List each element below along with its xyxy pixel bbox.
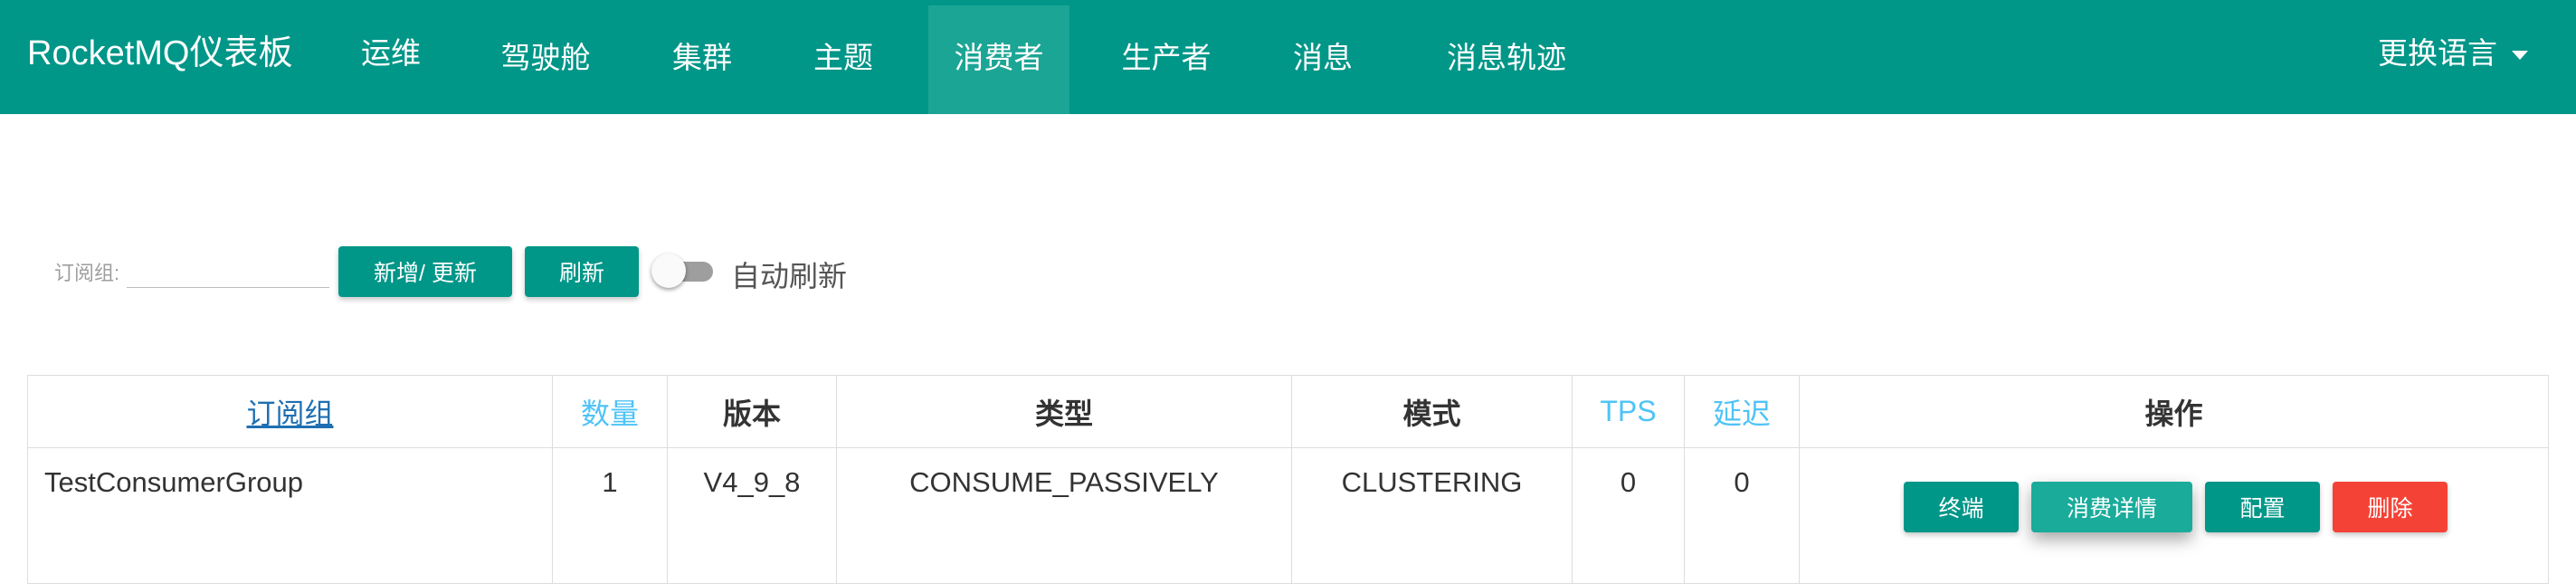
nav-item-ops[interactable]: 运维 (347, 0, 434, 107)
client-button[interactable]: 终端 (1904, 482, 2019, 532)
consume-detail-button[interactable]: 消费详情 (2031, 482, 2192, 532)
header-subscription-group[interactable]: 订阅组 (27, 375, 553, 448)
header-mode: 模式 (1291, 375, 1573, 448)
refresh-button[interactable]: 刷新 (525, 246, 639, 297)
auto-refresh-toggle[interactable] (651, 254, 713, 288)
brand-title[interactable]: RocketMQ仪表板 (27, 0, 292, 107)
toggle-knob (651, 254, 686, 288)
language-dropdown[interactable]: 更换语言 (2378, 0, 2528, 107)
nav-item-producer[interactable]: 生产者 (1109, 5, 1223, 114)
add-update-button[interactable]: 新增/ 更新 (338, 246, 512, 297)
cell-version: V4_9_8 (667, 447, 837, 584)
cell-count: 1 (552, 447, 668, 584)
header-version: 版本 (667, 375, 837, 448)
cell-tps: 0 (1572, 447, 1685, 584)
nav-item-consumer[interactable]: 消费者 (928, 5, 1069, 114)
nav-item-dashboard[interactable]: 驾驶舱 (489, 5, 603, 114)
delete-button[interactable]: 删除 (2333, 482, 2448, 532)
cell-group: TestConsumerGroup (27, 447, 553, 584)
consumer-table: 订阅组 数量 版本 类型 模式 TPS 延迟 操作 TestConsumerGr… (27, 375, 2549, 584)
top-navbar: RocketMQ仪表板 运维 驾驶舱 集群 主题 消费者 生产者 消息 消息轨迹… (0, 0, 2576, 114)
language-dropdown-label: 更换语言 (2378, 36, 2497, 70)
operations-group: 终端 消费详情 配置 删除 (1800, 448, 2548, 583)
cell-delay: 0 (1684, 447, 1800, 584)
header-type: 类型 (836, 375, 1292, 448)
config-button[interactable]: 配置 (2205, 482, 2320, 532)
header-operations: 操作 (1799, 375, 2549, 448)
nav-item-topic[interactable]: 主题 (800, 5, 887, 114)
cell-type: CONSUME_PASSIVELY (836, 447, 1292, 584)
nav-item-cluster[interactable]: 集群 (659, 5, 746, 114)
table-header-row: 订阅组 数量 版本 类型 模式 TPS 延迟 操作 (27, 375, 2549, 448)
auto-refresh-label: 自动刷新 (731, 260, 848, 292)
nav-item-message[interactable]: 消息 (1279, 5, 1366, 114)
subscription-group-filter-input[interactable] (127, 252, 329, 288)
header-delay[interactable]: 延迟 (1684, 375, 1800, 448)
subscription-group-filter-label: 订阅组: (54, 262, 120, 284)
header-count[interactable]: 数量 (552, 375, 668, 448)
caret-down-icon (2512, 51, 2528, 61)
table-row: TestConsumerGroup 1 V4_9_8 CONSUME_PASSI… (27, 447, 2549, 584)
header-tps[interactable]: TPS (1572, 375, 1685, 448)
nav-item-message-trace[interactable]: 消息轨迹 (1421, 5, 1592, 114)
cell-mode: CLUSTERING (1291, 447, 1573, 584)
cell-operations: 终端 消费详情 配置 删除 (1799, 447, 2549, 584)
